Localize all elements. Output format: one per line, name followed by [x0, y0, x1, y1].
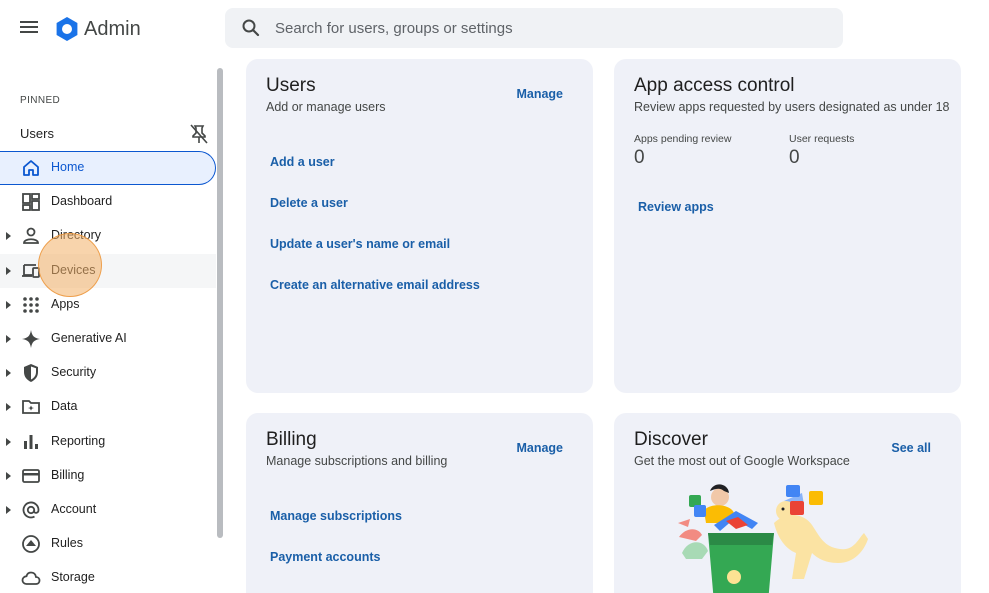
nav-label-directory: Directory [51, 228, 102, 243]
payment-accounts-link[interactable]: Payment accounts [270, 550, 402, 591]
users-links: Add a user Delete a user Update a user's… [270, 155, 480, 319]
delete-user-link[interactable]: Delete a user [270, 196, 480, 237]
apps-grid-icon [23, 296, 39, 313]
expand-caret-icon[interactable] [6, 471, 11, 480]
workspace-illustration [678, 484, 868, 593]
nav-item-billing[interactable]: Billing [0, 459, 216, 493]
nav-item-account[interactable]: Account [0, 493, 216, 527]
nav-label-dashboard: Dashboard [51, 194, 113, 209]
card-title: App access control [634, 75, 795, 96]
top-bar: Admin [0, 0, 989, 56]
nav-item-data[interactable]: Data [0, 390, 216, 424]
nav-item-rules[interactable]: Rules [0, 527, 216, 561]
card-title: Users [266, 75, 316, 96]
users-manage-link[interactable]: Manage [516, 87, 563, 101]
sidebar: PINNED Users Home Dashboard Directory De… [0, 56, 228, 593]
nav-item-home[interactable]: Home [0, 151, 216, 186]
nav-item-dashboard[interactable]: Dashboard [0, 185, 216, 219]
devices-icon [22, 263, 40, 278]
nav-label-data: Data [51, 399, 78, 414]
manage-subscriptions-link[interactable]: Manage subscriptions [270, 509, 402, 550]
alt-email-link[interactable]: Create an alternative email address [270, 278, 480, 319]
nav-item-directory[interactable]: Directory [0, 219, 216, 253]
apps-pending-stat: Apps pending review 0 [634, 133, 731, 169]
nav-item-security[interactable]: Security [0, 356, 216, 390]
stat-label: Apps pending review [634, 133, 732, 145]
nav-list: Home Dashboard Directory Devices Apps Ge… [0, 151, 216, 593]
main-content: Users Add or manage users Manage Add a u… [228, 56, 989, 593]
billing-links: Manage subscriptions Payment accounts [270, 509, 402, 591]
users-card: Users Add or manage users Manage Add a u… [246, 59, 593, 393]
search-icon [242, 19, 260, 37]
see-all-link[interactable]: See all [891, 441, 931, 455]
nav-label-rules: Rules [51, 536, 83, 551]
nav-label-generative-ai: Generative AI [51, 330, 127, 345]
nav-item-apps[interactable]: Apps [0, 288, 216, 322]
credit-card-icon [22, 468, 40, 483]
pinned-item-users[interactable]: Users [20, 126, 54, 141]
person-icon [23, 227, 39, 245]
card-subtitle: Get the most out of Google Workspace [634, 454, 850, 468]
search-input[interactable] [275, 8, 815, 48]
billing-card: Billing Manage subscriptions and billing… [246, 413, 593, 593]
nav-label-home: Home [51, 160, 85, 174]
nav-label-billing: Billing [51, 467, 85, 482]
sparkle-icon [22, 329, 40, 348]
card-subtitle: Manage subscriptions and billing [266, 454, 448, 468]
stat-label: User requests [789, 133, 855, 145]
bar-chart-icon [24, 434, 38, 449]
rules-icon [22, 535, 40, 553]
add-user-link[interactable]: Add a user [270, 155, 480, 196]
search-bar[interactable] [225, 8, 843, 48]
at-sign-icon [22, 501, 40, 519]
expand-caret-icon[interactable] [6, 369, 11, 378]
dashboard-icon [22, 193, 40, 212]
card-title: Billing [266, 429, 317, 450]
discover-card: Discover Get the most out of Google Work… [614, 413, 961, 593]
admin-logo-icon[interactable] [54, 16, 80, 42]
brand-title[interactable]: Admin [84, 16, 141, 42]
nav-item-reporting[interactable]: Reporting [0, 425, 216, 459]
sidebar-scrollbar[interactable] [217, 68, 223, 538]
cloud-icon [21, 571, 41, 586]
stat-value: 0 [634, 147, 645, 168]
expand-caret-icon[interactable] [6, 300, 11, 309]
stat-value: 0 [789, 147, 800, 168]
main-menu-icon[interactable] [18, 18, 40, 38]
expand-caret-icon[interactable] [6, 232, 11, 241]
billing-manage-link[interactable]: Manage [516, 441, 563, 455]
nav-label-devices: Devices [51, 262, 96, 277]
nav-item-storage[interactable]: Storage [0, 561, 216, 593]
card-title: Discover [634, 429, 708, 450]
expand-caret-icon[interactable] [6, 403, 11, 412]
user-requests-stat: User requests 0 [789, 133, 854, 169]
expand-caret-icon[interactable] [6, 266, 11, 275]
nav-item-generative-ai[interactable]: Generative AI [0, 322, 216, 356]
unpin-icon[interactable] [190, 124, 208, 144]
card-subtitle: Add or manage users [266, 100, 386, 114]
nav-label-security: Security [51, 365, 97, 380]
nav-label-storage: Storage [51, 570, 95, 585]
expand-caret-icon[interactable] [6, 505, 11, 514]
card-subtitle: Review apps requested by users designate… [634, 100, 950, 114]
nav-label-reporting: Reporting [51, 433, 106, 448]
app-access-card: App access control Review apps requested… [614, 59, 961, 393]
review-apps-link[interactable]: Review apps [638, 200, 714, 214]
expand-caret-icon[interactable] [6, 437, 11, 446]
expand-caret-icon[interactable] [6, 334, 11, 343]
data-folder-icon [22, 400, 40, 415]
nav-label-apps: Apps [51, 296, 80, 311]
nav-label-account: Account [51, 501, 97, 516]
shield-icon [24, 364, 38, 383]
home-icon [23, 160, 39, 176]
nav-item-devices[interactable]: Devices [0, 253, 216, 288]
pinned-heading: PINNED [20, 95, 61, 106]
update-user-link[interactable]: Update a user's name or email [270, 237, 480, 278]
